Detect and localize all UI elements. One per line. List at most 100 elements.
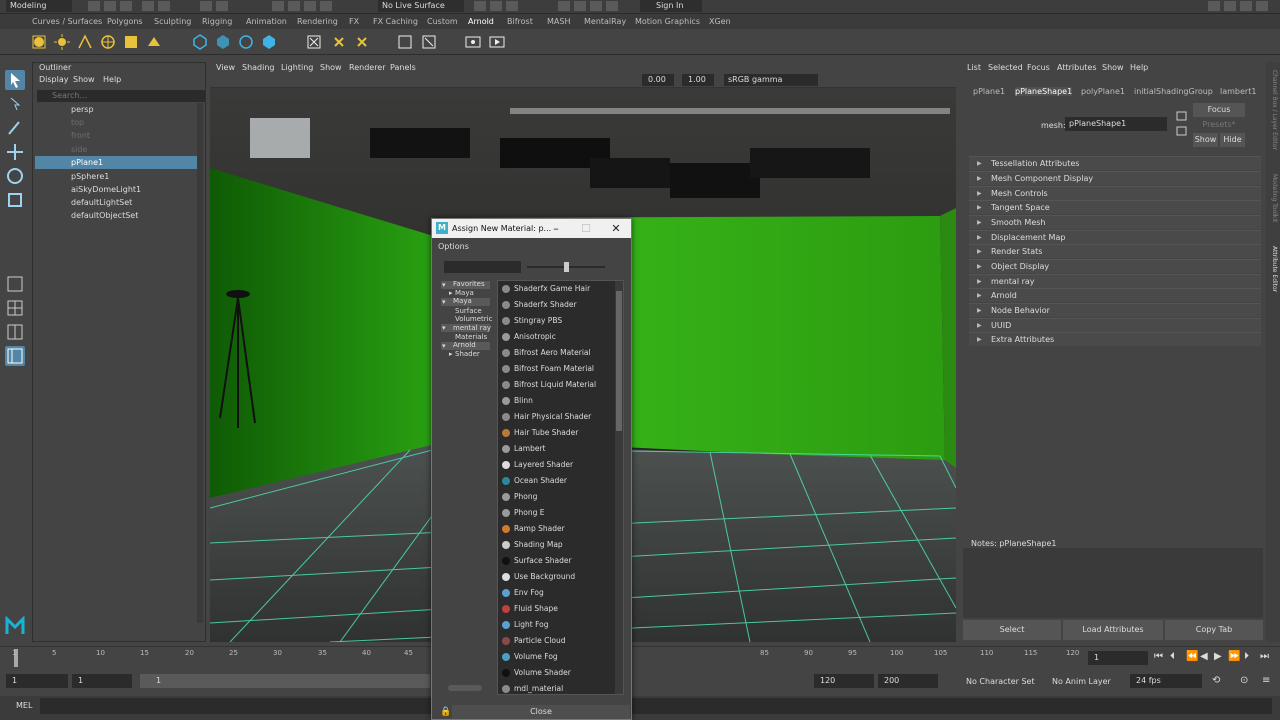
toggle-panel-icon[interactable]: [1256, 1, 1268, 11]
photometric-light-icon[interactable]: [146, 34, 162, 50]
tree-arrow-icon[interactable]: ▾: [442, 298, 446, 306]
arnold-light-icon[interactable]: [31, 34, 47, 50]
tree-item-mental-ray[interactable]: mental ray: [453, 324, 491, 332]
snap-curve-icon[interactable]: [288, 1, 300, 11]
material-item[interactable]: Shaderfx Game Hair: [498, 281, 616, 297]
toggle-panel-icon[interactable]: [1224, 1, 1236, 11]
shelf-tab[interactable]: Rendering: [297, 17, 338, 26]
ae-section-smooth-mesh[interactable]: Smooth Mesh: [969, 215, 1261, 230]
end-frame-field[interactable]: 200: [878, 674, 938, 688]
time-slider[interactable]: 1 5 10 15 20 25 30 35 40 45 85 90 95 100…: [0, 646, 1280, 670]
copy-icon[interactable]: [1176, 110, 1188, 122]
step-forward-icon[interactable]: ⏩: [1228, 651, 1240, 662]
outliner-item-pplane1[interactable]: pPlane1: [35, 156, 197, 169]
render-setup-icon[interactable]: [574, 1, 586, 11]
component-mode-icon[interactable]: [216, 1, 228, 11]
current-frame-field[interactable]: 1: [1088, 651, 1148, 665]
material-item[interactable]: Volume Fog: [498, 649, 616, 665]
material-item[interactable]: Particle Cloud: [498, 633, 616, 649]
focus-button[interactable]: Focus: [1193, 103, 1245, 117]
shelf-tab[interactable]: XGen: [709, 17, 731, 26]
material-item[interactable]: Ocean Shader: [498, 473, 616, 489]
curve-collector-icon[interactable]: [238, 34, 254, 50]
hide-button[interactable]: Hide: [1220, 133, 1245, 147]
ae-menu-focus[interactable]: Focus: [1027, 63, 1050, 72]
tree-hscrollbar[interactable]: [448, 685, 482, 691]
material-item[interactable]: Bifrost Aero Material: [498, 345, 616, 361]
step-back-icon[interactable]: ⏪: [1186, 651, 1198, 662]
tree-arrow-icon[interactable]: ▸: [449, 289, 453, 297]
outliner-item-top[interactable]: top: [35, 116, 197, 129]
live-surface-field[interactable]: No Live Surface: [378, 0, 464, 12]
material-item[interactable]: Use Background: [498, 569, 616, 585]
ae-section-uuid[interactable]: UUID: [969, 318, 1261, 333]
layout-outliner-icon[interactable]: [5, 346, 25, 366]
colorspace-dropdown[interactable]: sRGB gamma: [724, 74, 818, 86]
material-item[interactable]: Hair Physical Shader: [498, 409, 616, 425]
undo-icon[interactable]: [142, 1, 154, 11]
arnold-render-view-icon[interactable]: [606, 1, 618, 11]
dialog-titlebar[interactable]: Assign New Material: p...: [432, 219, 631, 238]
save-scene-icon[interactable]: [120, 1, 132, 11]
material-item[interactable]: Lambert: [498, 441, 616, 457]
outliner-menu-show[interactable]: Show: [73, 75, 95, 84]
show-button[interactable]: Show: [1193, 133, 1218, 147]
ae-tab-pplaneshape1[interactable]: pPlaneShape1: [1015, 87, 1073, 96]
viewport-menu-view[interactable]: View: [216, 63, 235, 72]
close-icon[interactable]: ✕: [604, 219, 628, 238]
ae-section-node-behavior[interactable]: Node Behavior: [969, 303, 1261, 318]
play-backward-icon[interactable]: ◀: [1200, 651, 1208, 662]
viewport-menu-lighting[interactable]: Lighting: [281, 63, 313, 72]
notes-field[interactable]: [963, 548, 1263, 618]
light-editor-icon[interactable]: [590, 1, 602, 11]
tree-item-maya[interactable]: Maya: [453, 297, 472, 305]
filter-field[interactable]: [444, 261, 521, 273]
ae-menu-help[interactable]: Help: [1130, 63, 1148, 72]
material-item[interactable]: Layered Shader: [498, 457, 616, 473]
mel-input[interactable]: [40, 698, 432, 714]
rotate-tool-icon[interactable]: [5, 166, 25, 186]
tree-arrow-icon[interactable]: ▾: [442, 342, 446, 350]
outliner-item-lightset[interactable]: defaultLightSet: [35, 196, 197, 209]
copy-tab-button[interactable]: Copy Tab: [1165, 620, 1263, 640]
shelf-tab[interactable]: Curves / Surfaces: [32, 17, 102, 26]
shelf-tab[interactable]: Custom: [427, 17, 458, 26]
render-icon[interactable]: [474, 1, 486, 11]
layout-two-icon[interactable]: [5, 322, 25, 342]
ae-section-arnold[interactable]: Arnold: [969, 288, 1261, 303]
standin-icon[interactable]: [192, 34, 208, 50]
outliner-item-persp[interactable]: persp: [35, 103, 197, 116]
ae-tab-shadinggroup[interactable]: initialShadingGroup: [1134, 87, 1213, 96]
material-item[interactable]: Surface Shader: [498, 553, 616, 569]
character-set-dropdown[interactable]: No Character Set: [966, 677, 1035, 686]
viewport-menu-shading[interactable]: Shading: [242, 63, 275, 72]
tree-arrow-icon[interactable]: ▸: [449, 350, 453, 358]
anim-layer-dropdown[interactable]: No Anim Layer: [1052, 677, 1111, 686]
preferences-icon[interactable]: ≡: [1262, 675, 1270, 686]
material-item[interactable]: Stingray PBS: [498, 313, 616, 329]
outliner-menu-help[interactable]: Help: [103, 75, 121, 84]
shelf-tab[interactable]: MentalRay: [584, 17, 626, 26]
flush-lights-icon[interactable]: [331, 34, 347, 50]
icon-size-slider-handle[interactable]: [564, 262, 569, 272]
volume-icon[interactable]: [215, 34, 231, 50]
go-to-end-icon[interactable]: ⏭: [1260, 651, 1269, 662]
ae-menu-attributes[interactable]: Attributes: [1057, 63, 1097, 72]
flush-skydome-icon[interactable]: [354, 34, 370, 50]
material-scrollbar-thumb[interactable]: [616, 291, 622, 431]
move-tool-icon[interactable]: [5, 142, 25, 162]
select-button[interactable]: Select: [963, 620, 1061, 640]
ae-section-displacement-map[interactable]: Displacement Map: [969, 230, 1261, 245]
toggle-panel-icon[interactable]: [1208, 1, 1220, 11]
material-item[interactable]: Bifrost Liquid Material: [498, 377, 616, 393]
tree-item-maya-fav[interactable]: Maya: [455, 289, 474, 297]
scale-tool-icon[interactable]: [5, 190, 25, 210]
tx-manager-icon[interactable]: [421, 34, 437, 50]
outliner-item-side[interactable]: side: [35, 143, 197, 156]
workspace-menu[interactable]: Modeling: [6, 0, 72, 12]
toggle-panel-icon[interactable]: [1240, 1, 1252, 11]
ae-tab-pplane1[interactable]: pPlane1: [973, 87, 1005, 96]
license-manager-icon[interactable]: [397, 34, 413, 50]
snap-view-icon[interactable]: [320, 1, 332, 11]
new-scene-icon[interactable]: [88, 1, 100, 11]
